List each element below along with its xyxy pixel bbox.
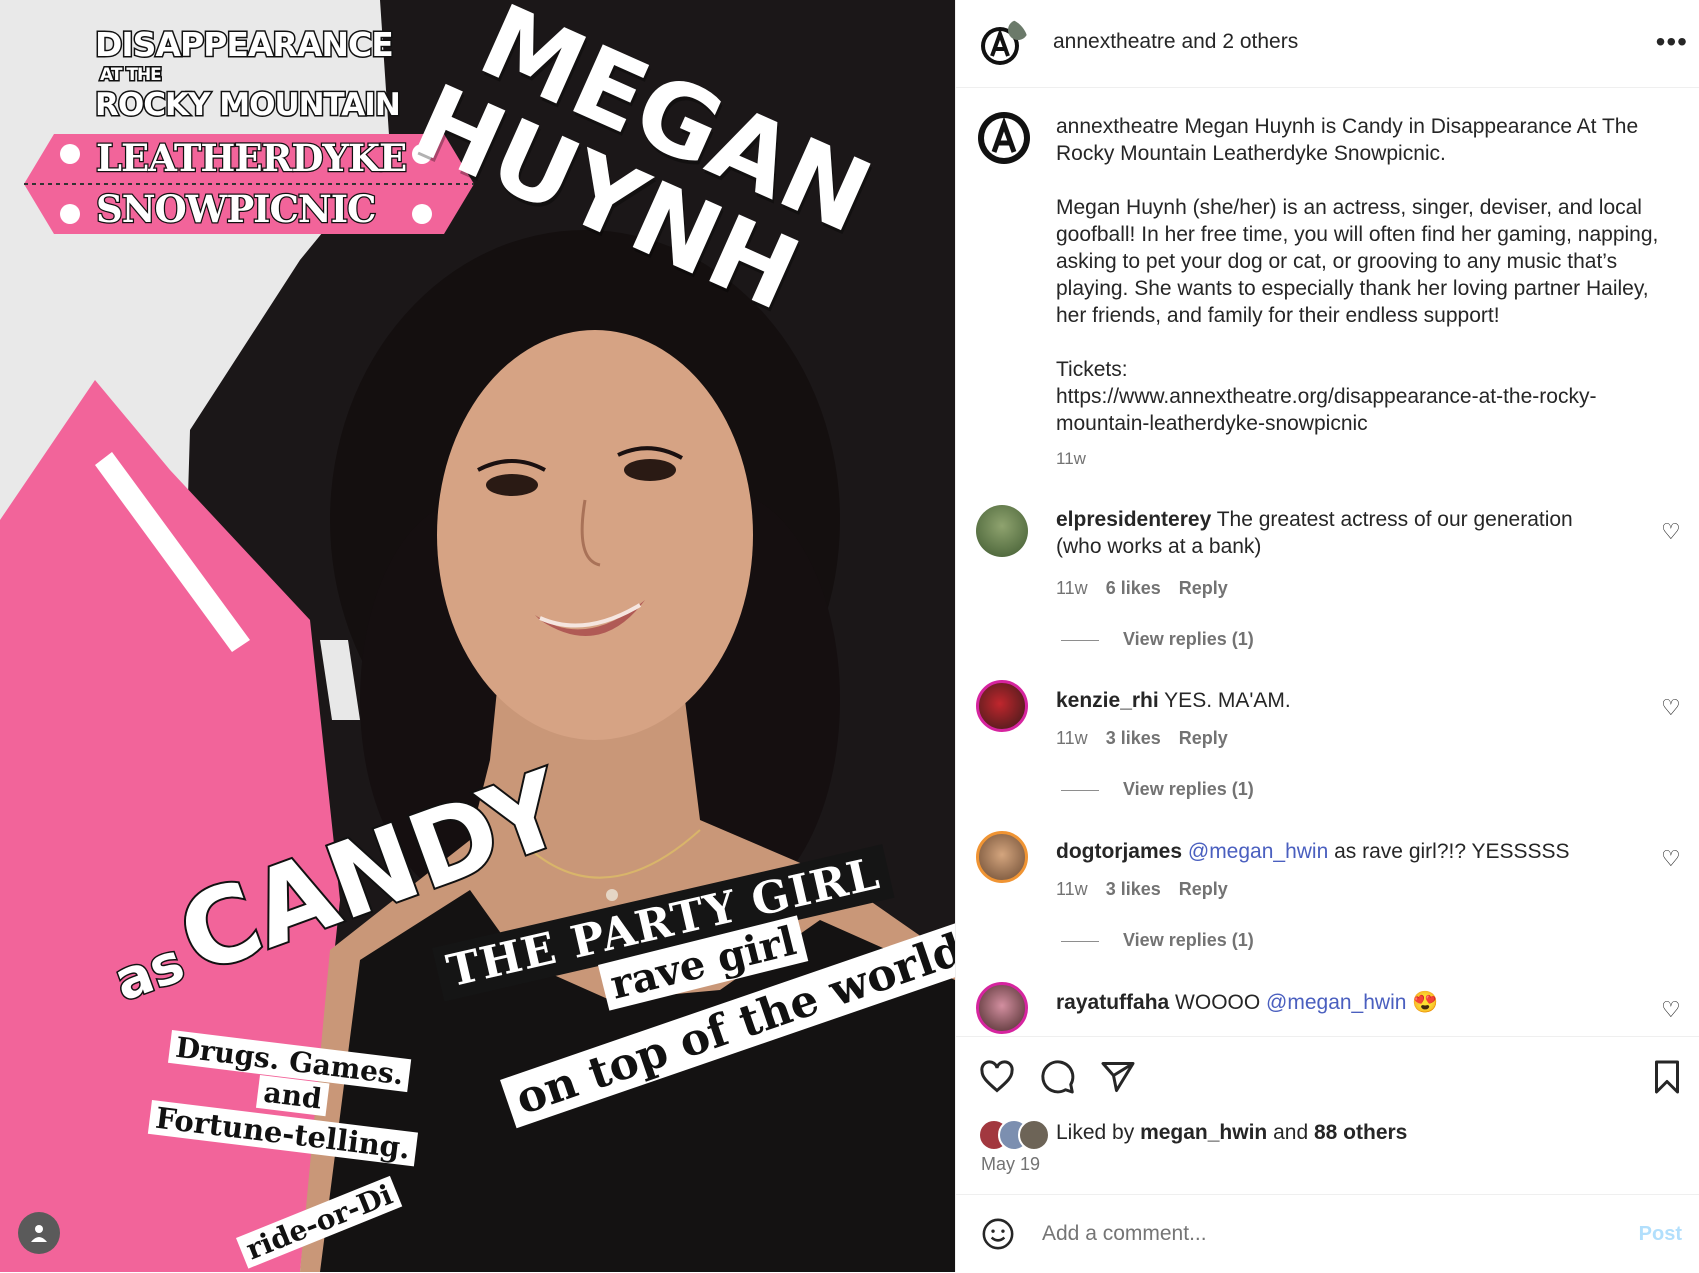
comment-username[interactable]: kenzie_rhi [1056,689,1159,712]
comment-time[interactable]: 11w [1056,578,1088,598]
plate-line-1: LEATHERDYKE [95,135,409,182]
save-bookmark-icon[interactable] [1651,1059,1683,1095]
view-replies-label: View replies (1) [1123,629,1254,649]
comment-likes[interactable]: 3 likes [1106,879,1161,899]
title-line-1: DISAPPEARANCE [94,25,396,64]
comment-time[interactable]: 11w [1056,728,1088,748]
annex-logo-icon [981,20,1028,65]
header-avatar[interactable] [978,18,1028,68]
tickets-url[interactable]: https://www.annextheatre.org/disappearan… [1056,385,1596,435]
comment-username[interactable]: dogtorjames [1056,840,1182,863]
comment-time[interactable]: 11w [1056,879,1088,899]
comment-mention[interactable]: @megan_hwin [1266,991,1406,1014]
comment-avatar[interactable] [976,505,1028,557]
comment-text: rayatuffaha WOOOO @megan_hwin 😍 [1056,989,1616,1016]
comment-mention[interactable]: @megan_hwin [1188,840,1328,863]
caption: annextheatre Megan Huynh is Candy in Dis… [1056,113,1661,437]
view-replies-button[interactable]: View replies (1) [1061,779,1254,800]
more-dots-icon[interactable]: ••• [1656,26,1688,58]
liked-and: and [1267,1121,1314,1144]
comment-meta: 11w 3 likes Reply [1056,728,1246,749]
person-icon [31,1225,47,1242]
title-line-3: ROCKY MOUNTAIN [94,87,403,123]
share-send-icon[interactable] [1099,1059,1137,1095]
tagged-users-button[interactable] [18,1212,60,1254]
comment-reply-button[interactable]: Reply [1179,578,1228,598]
header-username[interactable]: annextheatre [1053,30,1176,53]
add-comment-bar: Post [956,1194,1699,1273]
view-replies-button[interactable]: View replies (1) [1061,629,1254,650]
comment-meta: 11w 3 likes Reply [1056,879,1246,900]
comment-username[interactable]: elpresidenterey [1056,508,1211,531]
annex-logo-icon [978,112,1030,164]
view-replies-label: View replies (1) [1123,779,1254,799]
post-date[interactable]: May 19 [981,1154,1040,1175]
comment-reply-button[interactable]: Reply [1179,728,1228,748]
caption-bio: Megan Huynh (she/her) is an actress, sin… [1056,196,1659,327]
comment-body: YES. MA'AM. [1158,689,1291,712]
comment-bubble-icon[interactable] [1039,1059,1077,1095]
emoji-icon[interactable] [981,1217,1015,1251]
header-and: and [1175,30,1223,53]
comment-meta: 11w 6 likes Reply [1056,578,1246,599]
comment-item: rayatuffaha WOOOO @megan_hwin 😍 ♡ [956,982,1699,1034]
liked-by: Liked by megan_hwin and 88 others [1056,1121,1407,1145]
liked-prefix: Liked by [1056,1121,1141,1144]
comment-body: WOOOO [1169,991,1267,1014]
view-replies-label: View replies (1) [1123,930,1254,950]
tickets-label: Tickets: [1056,358,1128,381]
caption-avatar[interactable] [976,110,1032,166]
show-title: DISAPPEARANCE AT THE ROCKY MOUNTAIN [94,25,425,123]
heart-icon[interactable]: ♡ [1661,997,1681,1023]
comment-likes[interactable]: 6 likes [1106,578,1161,598]
comment-body: as rave girl?!? YESSSSS [1328,840,1570,863]
heart-icon[interactable]: ♡ [1661,519,1681,545]
comment-avatar[interactable] [976,831,1028,883]
comment-avatar[interactable] [976,680,1028,732]
plate-line-2: SNOWPICNIC [95,186,378,233]
view-replies-button[interactable]: View replies (1) [1061,930,1254,951]
heart-icon[interactable]: ♡ [1661,695,1681,721]
comment-likes[interactable]: 3 likes [1106,728,1161,748]
header-authors: annextheatre and 2 others [1053,30,1298,54]
comment-reply-button[interactable]: Reply [1179,879,1228,899]
post-header: annextheatre and 2 others ••• [956,0,1699,88]
caption-username[interactable]: annextheatre [1056,115,1179,138]
heart-icon[interactable]: ♡ [1661,846,1681,872]
like-heart-icon[interactable] [978,1059,1016,1095]
liker-avatar[interactable] [1018,1119,1050,1151]
comment-text: kenzie_rhi YES. MA'AM. [1056,687,1616,714]
comment-text: elpresidenterey The greatest actress of … [1056,506,1616,560]
post-image[interactable]: DISAPPEARANCE AT THE ROCKY MOUNTAIN LEAT… [0,0,955,1272]
header-others[interactable]: 2 others [1222,30,1298,53]
post-button[interactable]: Post [1639,1223,1682,1246]
comment-avatar[interactable] [976,982,1028,1034]
comment-text: dogtorjames @megan_hwin as rave girl?!? … [1056,838,1616,865]
comment-input[interactable] [1040,1221,1564,1247]
comment-username[interactable]: rayatuffaha [1056,991,1169,1014]
liked-others[interactable]: 88 others [1314,1121,1407,1144]
post-details-panel: annextheatre and 2 others ••• annextheat… [955,0,1699,1272]
caption-time[interactable]: 11w [1056,449,1086,469]
liked-user[interactable]: megan_hwin [1140,1121,1267,1144]
heart-eyes-emoji: 😍 [1412,991,1439,1014]
title-line-2: AT THE [99,65,164,85]
